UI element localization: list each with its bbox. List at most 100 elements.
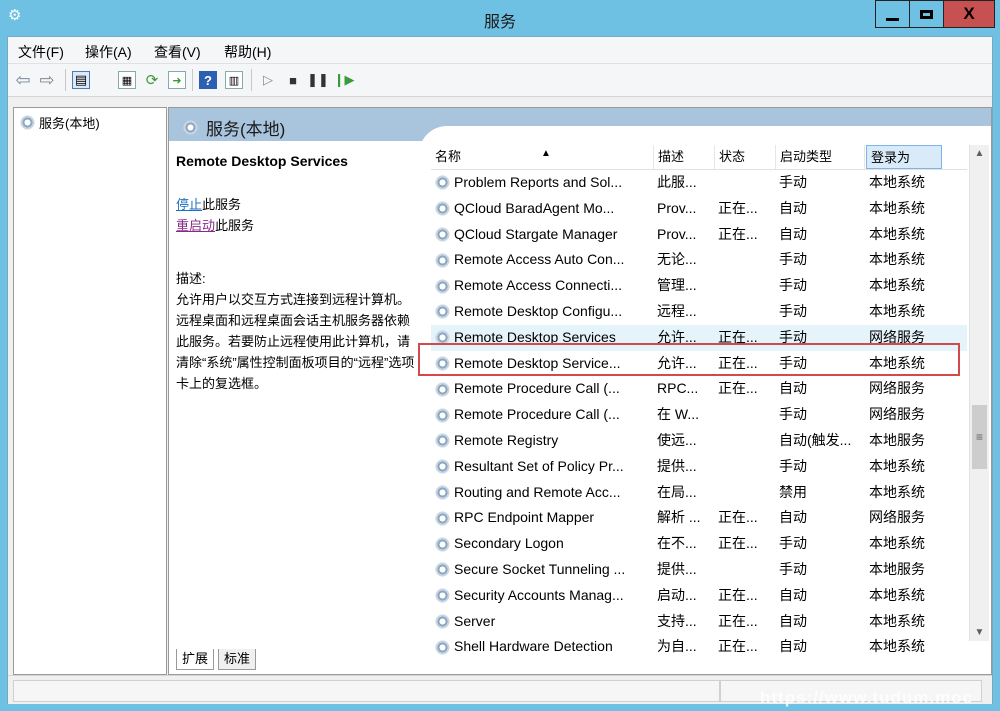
table-row[interactable]: Routing and Remote Acc... 在局... 禁用 本地系统 [431, 480, 967, 506]
service-status-cell [718, 170, 776, 196]
table-row[interactable]: Remote Registry 使远... 自动(触发... 本地服务 [431, 428, 967, 454]
show-hide-pane-icon[interactable]: ▥ [225, 71, 243, 89]
service-status-cell: 正在... [718, 225, 758, 242]
table-row[interactable]: Remote Procedure Call (... RPC... 正在... 自动 网… [431, 376, 967, 402]
scroll-down-icon[interactable]: ▼ [970, 624, 989, 641]
table-row[interactable]: Problem Reports and Sol... 此服... 手动 本地系统 [431, 170, 967, 196]
service-startup-cell: 手动 [779, 251, 807, 268]
scroll-thumb[interactable]: ≡ [972, 405, 987, 469]
column-startup-type[interactable]: 启动类型 [776, 145, 865, 169]
tab-extended[interactable]: 扩展 [176, 649, 215, 670]
restart-suffix: 此服务 [215, 218, 255, 233]
gear-icon [435, 381, 450, 397]
table-row[interactable]: Secondary Logon 在不... 正在... 手动 本地系统 [431, 531, 967, 557]
service-logon-cell: 网络服务 [869, 380, 925, 397]
export-list-icon[interactable]: ➜ [168, 71, 186, 89]
gear-icon [435, 588, 450, 604]
service-startup-cell: 手动 [779, 277, 807, 294]
stop-service-icon[interactable]: ■ [284, 71, 302, 89]
list-rows: Problem Reports and Sol... 此服... 手动 本地系统 QCl… [431, 170, 967, 660]
close-button[interactable]: X [943, 0, 995, 28]
menu-view[interactable]: 查看(V) [154, 42, 201, 62]
menu-action[interactable]: 操作(A) [85, 42, 132, 62]
service-startup-cell: 手动 [779, 406, 807, 423]
service-status-cell: 正在... [718, 509, 758, 526]
table-row[interactable]: Secure Socket Tunneling ... 提供... 手动 本地服务 [431, 557, 967, 583]
service-status-cell: 正在... [718, 535, 758, 552]
close-icon: X [963, 4, 975, 23]
service-desc-cell: 管理... [657, 277, 697, 294]
tab-standard[interactable]: 标准 [218, 649, 257, 670]
stop-service-link[interactable]: 停止 [176, 197, 202, 212]
toolbar: ⇦ ⇨ ▤ ▦ ⟳ ➜ ? ▥ ▷ ■ ❚❚ ❙▶ [8, 64, 992, 97]
forward-arrow-icon[interactable]: ⇨ [38, 70, 56, 90]
view-tabs: 扩展 标准 [168, 649, 990, 671]
table-row[interactable]: Security Accounts Manag... 启动... 正在... 自动 本地… [431, 583, 967, 609]
gear-icon [20, 115, 35, 130]
service-name-cell: Secondary Logon [435, 531, 653, 557]
gear-icon [435, 201, 450, 217]
table-row[interactable]: Remote Access Auto Con... 无论... 手动 本地系统 [431, 247, 967, 273]
service-desc-cell: 在局... [657, 483, 697, 500]
restart-service-link[interactable]: 重启动 [176, 218, 215, 233]
tree-item-services-local[interactable]: 服务(本地) [20, 113, 100, 132]
service-startup-cell: 自动 [779, 509, 807, 526]
title-bar: ⚙ 服务 X [0, 0, 1000, 36]
service-logon-cell: 网络服务 [869, 509, 925, 526]
window-title: 服务 [483, 14, 516, 31]
table-row[interactable]: Server 支持... 正在... 自动 本地系统 [431, 609, 967, 635]
pause-service-icon[interactable]: ❚❚ [307, 71, 329, 89]
scroll-up-icon[interactable]: ▲ [970, 145, 989, 162]
service-status-cell [718, 273, 776, 299]
description-text: 允许用户以交互方式连接到远程计算机。远程桌面和远程桌面会话主机服务器依赖此服务。… [176, 292, 415, 391]
column-status[interactable]: 状态 [715, 145, 776, 169]
refresh-icon[interactable]: ⟳ [143, 71, 161, 89]
minimize-button[interactable] [875, 0, 910, 28]
service-desc-cell: 无论... [657, 251, 697, 268]
table-row[interactable]: QCloud BaradAgent Mo... Prov... 正在... 自动 本地系… [431, 196, 967, 222]
service-desc-cell: 解析 ... [657, 509, 701, 526]
menu-help[interactable]: 帮助(H) [224, 42, 271, 62]
service-status-cell [718, 299, 776, 325]
start-service-icon[interactable]: ▷ [259, 71, 277, 89]
gear-icon [435, 278, 450, 294]
vertical-scrollbar[interactable]: ▲ ≡ ▼ [969, 145, 989, 641]
service-status-cell: 正在... [718, 199, 758, 216]
service-name-cell: Routing and Remote Acc... [435, 480, 653, 506]
table-row[interactable]: Remote Access Connecti... 管理... 手动 本地系统 [431, 273, 967, 299]
service-startup-cell: 自动 [779, 380, 807, 397]
back-arrow-icon[interactable]: ⇦ [14, 70, 32, 90]
service-logon-cell: 本地系统 [869, 251, 925, 268]
maximize-button[interactable] [909, 0, 944, 28]
console-tree-icon[interactable]: ▤ [72, 71, 90, 89]
tree-item-label: 服务(本地) [39, 116, 100, 131]
service-desc-cell: 使远... [657, 431, 697, 448]
service-logon-cell: 本地服务 [869, 431, 925, 448]
service-startup-cell: 自动 [779, 612, 807, 629]
service-startup-cell: 手动 [779, 457, 807, 474]
service-startup-cell: 手动 [779, 560, 807, 577]
table-row[interactable]: Remote Procedure Call (... 在 W... 手动 网络服务 [431, 402, 967, 428]
properties-icon[interactable]: ▦ [118, 71, 136, 89]
help-icon[interactable]: ? [199, 71, 217, 89]
service-logon-cell: 网络服务 [869, 406, 925, 423]
console-tree: 服务(本地) [13, 107, 167, 675]
column-name[interactable]: 名称 ▲ [431, 145, 654, 169]
table-row[interactable]: Resultant Set of Policy Pr... 提供... 手动 本地系统 [431, 454, 967, 480]
service-status-cell [718, 428, 776, 454]
table-row[interactable]: QCloud Stargate Manager Prov... 正在... 自动 本地系… [431, 222, 967, 248]
column-description[interactable]: 描述 [654, 145, 715, 169]
gear-icon [435, 175, 450, 191]
services-list: 名称 ▲ 描述 状态 启动类型 登录为 Problem Reports and … [431, 145, 989, 655]
service-name-cell: Remote Procedure Call (... [435, 376, 653, 402]
service-status-cell: 正在... [718, 380, 758, 397]
column-logon-as[interactable]: 登录为 [866, 145, 942, 169]
gear-icon [435, 562, 450, 578]
service-logon-cell: 本地系统 [869, 612, 925, 629]
table-row[interactable]: RPC Endpoint Mapper 解析 ... 正在... 自动 网络服务 [431, 505, 967, 531]
gear-icon [435, 510, 450, 526]
resume-service-icon[interactable]: ❙▶ [334, 71, 355, 89]
menu-file[interactable]: 文件(F) [18, 42, 64, 62]
table-row[interactable]: Remote Desktop Configu... 远程... 手动 本地系统 [431, 299, 967, 325]
service-desc-cell: 在 W... [657, 406, 699, 423]
